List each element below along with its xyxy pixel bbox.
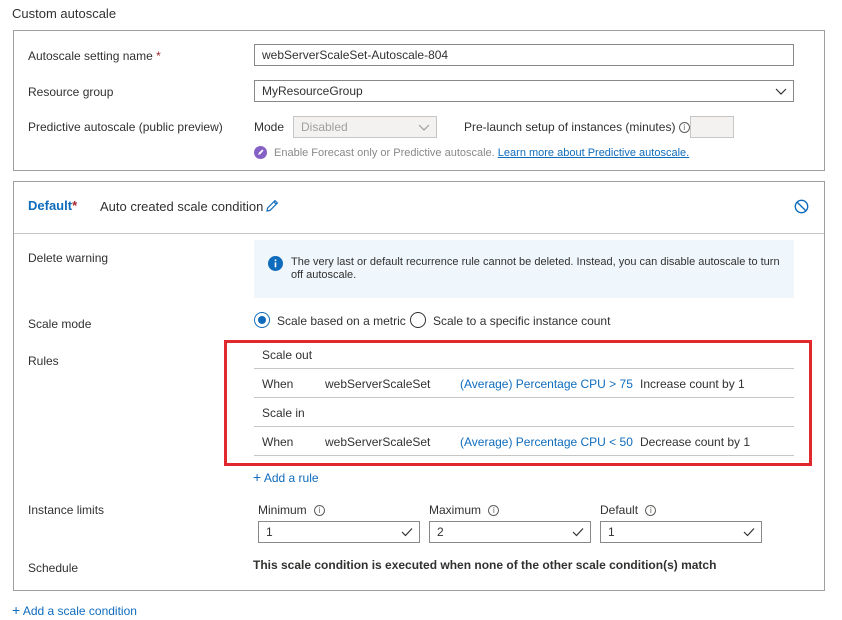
resource-group-select[interactable]: MyResourceGroup: [254, 80, 794, 102]
add-rule-link[interactable]: + Add a rule: [253, 469, 319, 485]
default-label-text: Default: [600, 503, 639, 517]
maximum-label-text: Maximum: [429, 503, 482, 517]
forecast-text: Enable Forecast only or Predictive autos…: [274, 147, 495, 159]
mode-value: Disabled: [301, 120, 348, 134]
scale-mode-label: Scale mode: [28, 317, 92, 331]
plus-icon: +: [253, 469, 262, 485]
predictive-label: Predictive autoscale (public preview): [28, 120, 223, 134]
maximum-value: 2: [437, 525, 444, 539]
default-label: Default i: [600, 503, 657, 517]
chevron-down-icon: [775, 88, 787, 95]
setting-name-label: Autoscale setting name *: [28, 49, 161, 63]
plus-icon: +: [12, 602, 21, 618]
rules-highlight-frame: [224, 340, 812, 466]
pencil-icon[interactable]: [264, 198, 280, 214]
add-scale-condition-text: Add a scale condition: [22, 604, 137, 618]
minimum-input[interactable]: 1: [258, 521, 420, 543]
schedule-text: This scale condition is executed when no…: [253, 558, 717, 572]
condition-title-text: Default: [28, 198, 73, 213]
minimum-label: Minimum i: [258, 503, 326, 517]
delete-warning-label: Delete warning: [28, 251, 109, 265]
setting-name-label-text: Autoscale setting name: [28, 49, 153, 63]
scale-count-label[interactable]: Scale to a specific instance count: [433, 314, 610, 328]
rules-label: Rules: [28, 354, 59, 368]
minimum-label-text: Minimum: [258, 503, 307, 517]
schedule-label: Schedule: [28, 561, 79, 575]
mode-select[interactable]: Disabled: [293, 116, 437, 138]
required-mark: *: [156, 49, 161, 63]
minimum-value: 1: [266, 525, 273, 539]
info-icon[interactable]: i: [314, 505, 326, 517]
check-icon: [401, 528, 413, 537]
condition-title[interactable]: Default*: [28, 198, 77, 213]
info-icon[interactable]: i: [488, 505, 500, 517]
condition-name: Auto created scale condition: [100, 199, 264, 214]
prelaunch-input[interactable]: [690, 116, 734, 138]
delete-warning-text: The very last or default recurrence rule…: [291, 256, 780, 281]
check-icon: [743, 528, 755, 537]
forecast-note: Enable Forecast only or Predictive autos…: [274, 147, 689, 159]
maximum-label: Maximum i: [429, 503, 500, 517]
settings-panel: Autoscale setting name * webServerScaleS…: [13, 30, 825, 171]
setting-name-input[interactable]: webServerScaleSet-Autoscale-804: [254, 44, 794, 66]
disable-icon[interactable]: [794, 199, 809, 214]
required-mark: *: [72, 198, 78, 213]
scale-metric-radio[interactable]: [254, 312, 270, 328]
info-icon: [268, 256, 283, 271]
chevron-down-icon: [418, 124, 430, 131]
learn-more-link[interactable]: Learn more about Predictive autoscale.: [498, 147, 689, 159]
rocket-icon: [254, 146, 267, 159]
info-icon[interactable]: i: [645, 505, 657, 517]
default-input[interactable]: 1: [600, 521, 762, 543]
delete-warning-info: The very last or default recurrence rule…: [254, 240, 794, 298]
mode-label: Mode: [254, 120, 285, 134]
section-title: Custom autoscale: [12, 6, 117, 21]
resource-group-label: Resource group: [28, 85, 114, 99]
prelaunch-label: Pre-launch setup of instances (minutes) …: [464, 120, 690, 134]
scale-count-radio[interactable]: [410, 312, 426, 328]
info-icon[interactable]: i: [678, 122, 690, 134]
check-icon: [572, 528, 584, 537]
add-rule-text: Add a rule: [263, 471, 319, 485]
header-divider: [14, 233, 824, 234]
resource-group-value: MyResourceGroup: [262, 84, 363, 98]
default-value: 1: [608, 525, 615, 539]
scale-metric-label[interactable]: Scale based on a metric: [277, 314, 406, 328]
add-scale-condition-link[interactable]: + Add a scale condition: [12, 602, 137, 618]
maximum-input[interactable]: 2: [429, 521, 591, 543]
instance-limits-label: Instance limits: [28, 503, 105, 517]
prelaunch-label-text: Pre-launch setup of instances (minutes): [464, 120, 676, 134]
